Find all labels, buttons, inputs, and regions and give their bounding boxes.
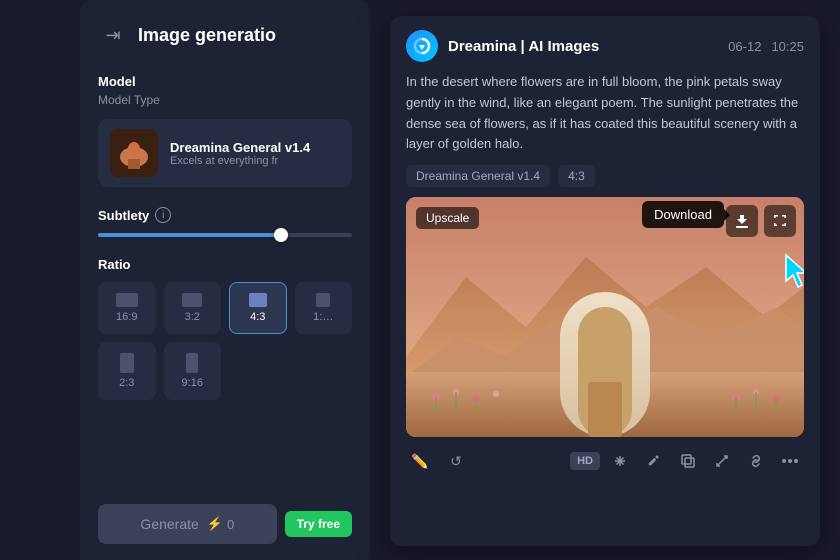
subtlety-slider[interactable] [98, 233, 352, 237]
ratio-btn-16-9[interactable]: 16:9 [98, 282, 156, 334]
ratio-label-9-16: 9:16 [182, 377, 203, 389]
ratio-btn-1-1[interactable]: 1:… [295, 282, 353, 334]
tag-model: Dreamina General v1.4 [406, 165, 550, 187]
ratio-btn-9-16[interactable]: 9:16 [164, 342, 222, 400]
right-header: Dreamina | AI Images 06-12 10:25 [390, 16, 820, 72]
download-tooltip: Download [642, 201, 724, 228]
ratio-btn-4-3[interactable]: 4:3 [229, 282, 287, 334]
meta-date: 06-12 [728, 39, 761, 54]
description-text: In the desert where flowers are in full … [390, 72, 820, 165]
generate-button[interactable]: Generate ⚡ 0 [98, 504, 277, 544]
edit-icon[interactable]: ✏️ [406, 447, 434, 475]
expand-button[interactable] [764, 205, 796, 237]
ratio-btn-2-3[interactable]: 2:3 [98, 342, 156, 400]
link-icon[interactable] [742, 447, 770, 475]
subtlety-header: Subtlety i [98, 207, 352, 223]
ratio-icon-3-2 [182, 293, 202, 307]
more-icon[interactable] [776, 447, 804, 475]
app-name: Dreamina | AI Images [448, 38, 599, 55]
ratio-label-1-1: 1:… [313, 311, 333, 323]
model-name: Dreamina General v1.4 [170, 140, 340, 155]
toolbar-right: HD [570, 447, 804, 475]
upscale-badge: Upscale [416, 207, 479, 229]
wand-icon[interactable] [640, 447, 668, 475]
generate-count: ⚡ 0 [207, 516, 234, 532]
ratio-label: Ratio [98, 257, 352, 272]
ratio-icon-9-16 [186, 353, 198, 373]
panel-header: ⇥ Image generatio [98, 20, 352, 50]
slider-thumb [274, 228, 288, 242]
sidebar-toggle[interactable]: ⇥ [98, 20, 128, 50]
ratio-icon-1-1 [316, 293, 330, 307]
generate-count-value: 0 [227, 517, 234, 532]
right-panel: Dreamina | AI Images 06-12 10:25 In the … [390, 16, 820, 546]
ratio-grid-row2: 2:3 9:16 [98, 342, 352, 400]
subtlety-section: Subtlety i [98, 207, 352, 237]
ratio-icon-16-9 [116, 293, 138, 307]
meta-time: 10:25 [771, 39, 804, 54]
generate-label: Generate [140, 516, 198, 532]
ratio-icon-2-3 [120, 353, 134, 373]
resize-icon[interactable] [708, 447, 736, 475]
panel-content: Model Model Type Dreamina General v1.4 E… [98, 74, 352, 420]
model-type-label: Model Type [98, 93, 352, 107]
generate-bar: Generate ⚡ 0 Try free [98, 504, 352, 544]
header-meta: 06-12 10:25 [728, 39, 804, 54]
slider-fill [98, 233, 281, 237]
left-panel: ⇥ Image generatio Model Model Type Dream… [80, 0, 370, 560]
ratio-label-4-3: 4:3 [250, 311, 265, 323]
model-section-label: Model [98, 74, 352, 89]
download-button[interactable] [726, 205, 758, 237]
image-actions: Download [726, 205, 796, 237]
model-card[interactable]: Dreamina General v1.4 Excels at everythi… [98, 119, 352, 187]
refresh-icon[interactable]: ↺ [442, 447, 470, 475]
ratio-icon-4-3 [249, 293, 267, 307]
toggle-icon: ⇥ [105, 25, 120, 46]
ratio-btn-3-2[interactable]: 3:2 [164, 282, 222, 334]
tag-ratio: 4:3 [558, 165, 595, 187]
lightning-icon: ⚡ [207, 516, 223, 532]
try-free-badge[interactable]: Try free [285, 511, 352, 537]
ratio-grid-row1: 16:9 3:2 4:3 1:… [98, 282, 352, 334]
ratio-label-16-9: 16:9 [116, 311, 137, 323]
model-desc: Excels at everything fr [170, 155, 340, 167]
model-info: Dreamina General v1.4 Excels at everythi… [170, 140, 340, 167]
generated-image: Upscale Download [406, 197, 804, 437]
tag-row: Dreamina General v1.4 4:3 [390, 165, 820, 197]
model-thumbnail [110, 129, 158, 177]
ratio-label-3-2: 3:2 [185, 311, 200, 323]
bottom-toolbar: ✏️ ↺ HD [390, 437, 820, 485]
hd-badge[interactable]: HD [570, 452, 600, 470]
subtlety-label: Subtlety [98, 208, 149, 223]
ratio-label-2-3: 2:3 [119, 377, 134, 389]
app-icon [406, 30, 438, 62]
panel-title: Image generatio [138, 25, 276, 46]
crop-icon[interactable] [674, 447, 702, 475]
enhance-icon[interactable] [606, 447, 634, 475]
subtlety-info-icon[interactable]: i [155, 207, 171, 223]
ratio-section: Ratio 16:9 3:2 4:3 1:… [98, 257, 352, 400]
